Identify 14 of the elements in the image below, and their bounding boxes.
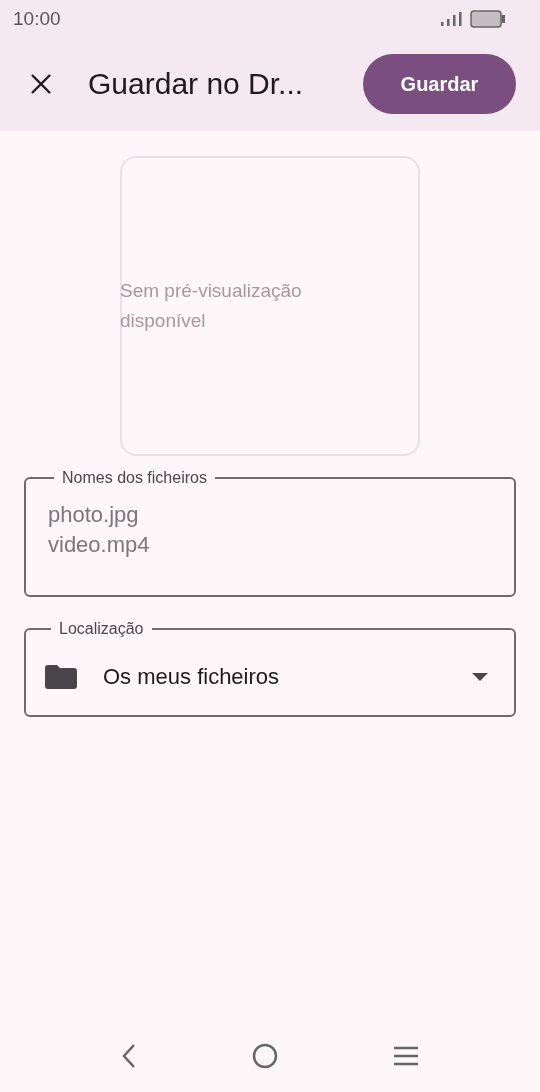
- signal-icon: [440, 11, 462, 27]
- no-preview-message: Sem pré-visualização disponível: [120, 279, 303, 333]
- battery-icon: [470, 10, 506, 28]
- close-icon: [30, 73, 52, 95]
- caret-icon: [472, 673, 488, 681]
- location-dropdown[interactable]: Localização Os meus ficheiros: [24, 619, 516, 717]
- menu-icon[interactable]: [393, 1046, 419, 1066]
- home-icon[interactable]: [252, 1043, 278, 1069]
- status-time: 10:00: [13, 8, 61, 30]
- folder-icon: [45, 665, 77, 689]
- back-icon[interactable]: [121, 1043, 137, 1069]
- dialog-title: Guardar no Dr...: [88, 67, 305, 101]
- file-names-field[interactable]: Nomes dos ficheiros photo.jpg video.mp4: [24, 468, 516, 597]
- save-button[interactable]: Guardar: [363, 54, 516, 114]
